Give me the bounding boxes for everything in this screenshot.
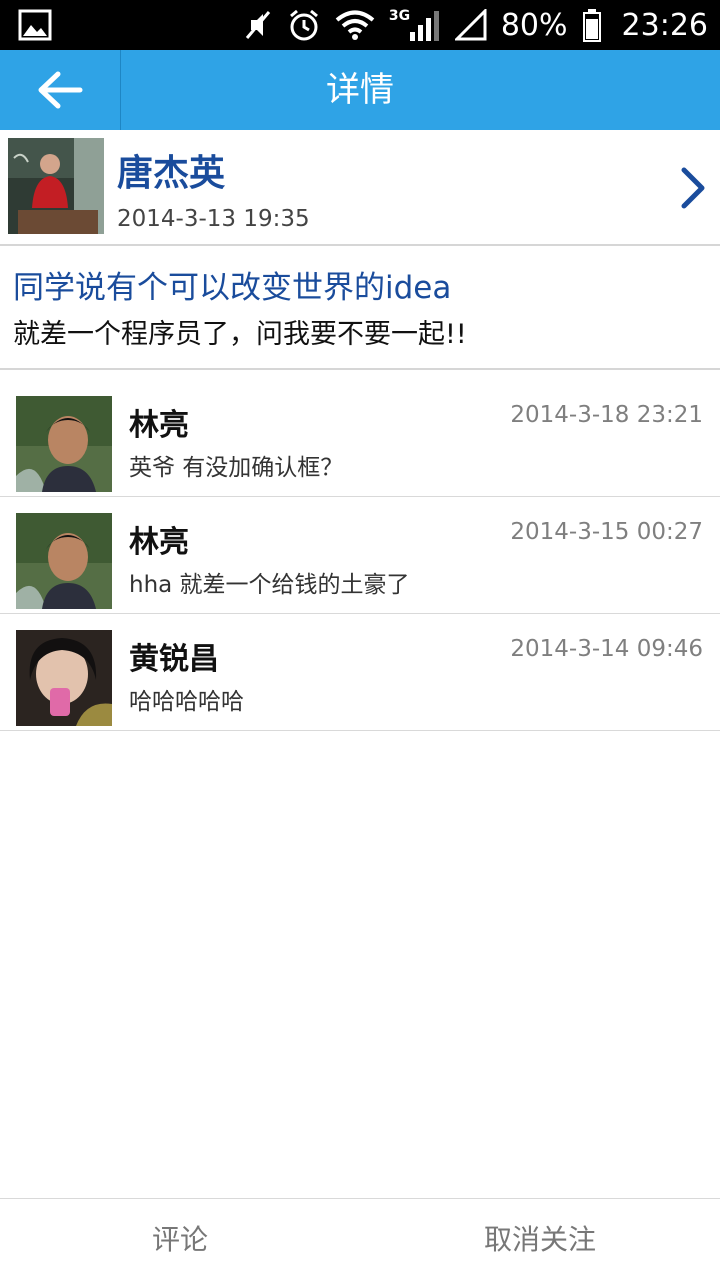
cell-signal-icon	[454, 9, 487, 41]
status-bar: 3G 80% 23:26	[0, 0, 720, 50]
post-content: 就差一个程序员了，问我要不要一起!!	[13, 319, 467, 350]
signal-icon: 3G	[389, 8, 441, 42]
chevron-right-icon[interactable]	[678, 166, 708, 210]
commenter-name[interactable]: 林亮	[129, 400, 189, 444]
author-avatar[interactable]	[8, 138, 104, 234]
wifi-icon	[335, 10, 375, 40]
commenter-avatar[interactable]	[16, 513, 112, 609]
commenter-avatar[interactable]	[16, 396, 112, 492]
back-button[interactable]	[0, 50, 121, 130]
title-bar: 详情	[0, 50, 720, 130]
author-name[interactable]: 唐杰英	[117, 144, 225, 196]
alarm-icon	[289, 9, 318, 41]
comment-item[interactable]: 林亮 2014-3-15 00:27 hha 就差一个给钱的土豪了	[0, 497, 720, 614]
bottom-action-bar: 评论 取消关注	[0, 1198, 720, 1281]
back-arrow-icon	[38, 71, 83, 109]
mute-icon	[245, 11, 270, 39]
battery-icon	[582, 9, 601, 42]
commenter-name[interactable]: 黄锐昌	[129, 634, 219, 678]
unfollow-button[interactable]: 取消关注	[360, 1199, 720, 1281]
post-title: 同学说有个可以改变世界的idea	[13, 270, 452, 306]
comment-item[interactable]: 黄锐昌 2014-3-14 09:46 哈哈哈哈哈	[0, 614, 720, 731]
comment-text: 英爷 有没加确认框？	[129, 455, 344, 481]
clock: 23:26	[621, 7, 708, 43]
comment-text: 哈哈哈哈哈	[129, 689, 244, 715]
comment-list: 林亮 2014-3-18 23:21 英爷 有没加确认框？ 林亮 2014-3-…	[0, 380, 720, 731]
commenter-name[interactable]: 林亮	[129, 517, 189, 561]
battery-percent: 80%	[500, 7, 568, 43]
post-body: 同学说有个可以改变世界的idea 就差一个程序员了，问我要不要一起!!	[0, 246, 720, 370]
comment-button[interactable]: 评论	[0, 1199, 360, 1281]
comment-text: hha 就差一个给钱的土豪了	[129, 572, 410, 598]
commenter-avatar[interactable]	[16, 630, 112, 726]
comment-item[interactable]: 林亮 2014-3-18 23:21 英爷 有没加确认框？	[0, 380, 720, 497]
comment-timestamp: 2014-3-14 09:46	[510, 636, 703, 662]
image-icon	[18, 9, 52, 41]
comment-timestamp: 2014-3-15 00:27	[510, 519, 703, 545]
network-type: 3G	[388, 8, 411, 24]
post-timestamp: 2014-3-13 19:35	[117, 206, 310, 232]
comment-timestamp: 2014-3-18 23:21	[510, 402, 703, 428]
post-author-row[interactable]: 唐杰英 2014-3-13 19:35	[0, 130, 720, 246]
